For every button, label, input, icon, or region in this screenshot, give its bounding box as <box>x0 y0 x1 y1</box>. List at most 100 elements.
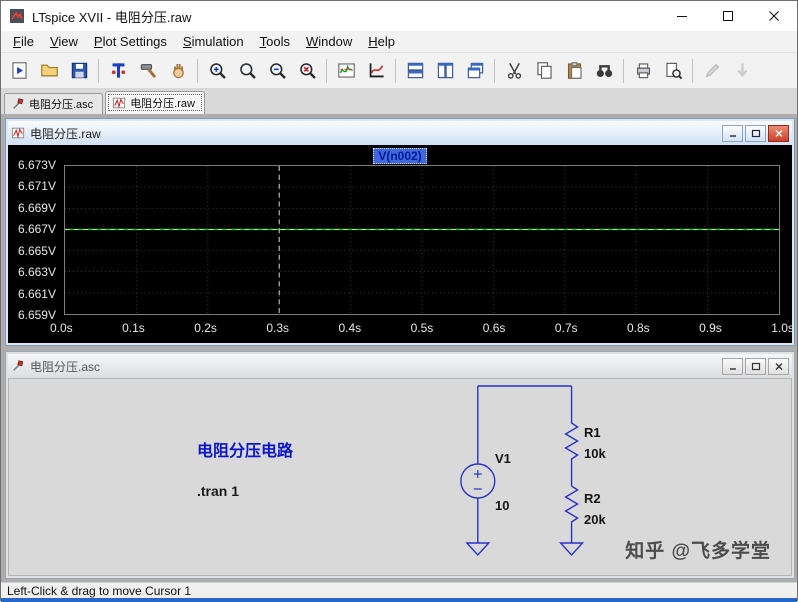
save-icon <box>70 61 89 80</box>
minimize-button[interactable] <box>659 1 705 31</box>
zoom-box-button[interactable] <box>232 57 262 85</box>
open-button[interactable] <box>34 57 64 85</box>
component-button[interactable] <box>103 57 133 85</box>
menu-view[interactable]: View <box>42 31 86 52</box>
paste-button[interactable] <box>559 57 589 85</box>
toolbar <box>1 53 797 89</box>
resistor-r2-symbol[interactable] <box>566 486 578 543</box>
component-ref-v1[interactable]: V1 <box>495 451 511 466</box>
y-tick-label: 6.673V <box>8 157 60 173</box>
plot-grid[interactable] <box>64 165 780 315</box>
run-button[interactable] <box>4 57 34 85</box>
window-title: LTspice XVII - 电阻分压.raw <box>32 7 191 26</box>
schematic-canvas[interactable]: 电阻分压电路 .tran 1 V1 10 R1 10k R2 20k 知乎 @飞… <box>8 378 792 576</box>
menu-plot-settings[interactable]: Plot Settings <box>86 31 175 52</box>
tab-label: 电阻分压.raw <box>130 95 195 111</box>
toolbar-separator <box>395 59 396 83</box>
copy-icon <box>535 61 554 80</box>
tile-horizontal-button[interactable] <box>400 57 430 85</box>
menu-help[interactable]: Help <box>360 31 403 52</box>
plot-axes-icon <box>367 61 386 80</box>
pencil-icon <box>703 61 722 80</box>
save-button[interactable] <box>64 57 94 85</box>
menu-tools[interactable]: Tools <box>252 31 298 52</box>
tab-waveform[interactable]: 电阻分压.raw <box>105 91 205 114</box>
x-tick-label: 0.3s <box>266 321 289 335</box>
schematic-close-button[interactable] <box>768 358 789 375</box>
menu-simulation[interactable]: Simulation <box>175 31 252 52</box>
y-tick-label: 6.661V <box>8 286 60 302</box>
schematic-window-titlebar[interactable]: 电阻分压.asc <box>8 354 792 378</box>
waveform-restore-button[interactable] <box>745 125 766 142</box>
x-tick-label: 0.8s <box>627 321 650 335</box>
y-axis: 6.673V 6.671V 6.669V 6.667V 6.665V 6.663… <box>8 157 60 323</box>
y-tick-label: 6.665V <box>8 243 60 259</box>
plot-canvas <box>65 166 779 314</box>
binoculars-icon <box>595 61 614 80</box>
print-button[interactable] <box>628 57 658 85</box>
ltspice-window: LTspice XVII - 电阻分压.raw File View Plot S… <box>0 0 798 601</box>
schematic-icon <box>11 97 25 111</box>
schematic-comment[interactable]: 电阻分压电路 <box>197 437 293 461</box>
waveform-close-button[interactable] <box>768 125 789 142</box>
waveform-minimize-button[interactable] <box>722 125 743 142</box>
copy-button[interactable] <box>529 57 559 85</box>
pencil-button[interactable] <box>697 57 727 85</box>
ground-symbol[interactable] <box>467 543 489 555</box>
x-tick-label: 0.5s <box>411 321 434 335</box>
zoom-out-button[interactable] <box>262 57 292 85</box>
app-icon <box>9 8 25 24</box>
find-button[interactable] <box>589 57 619 85</box>
scissors-icon <box>505 61 524 80</box>
component-value-v1[interactable]: 10 <box>495 498 509 513</box>
x-tick-label: 0.9s <box>699 321 722 335</box>
schematic-restore-button[interactable] <box>745 358 766 375</box>
control-panel-button[interactable] <box>133 57 163 85</box>
zoom-full-button[interactable] <box>292 57 322 85</box>
schematic-minimize-button[interactable] <box>722 358 743 375</box>
waveform-window-titlebar[interactable]: 电阻分压.raw <box>8 121 792 145</box>
component-value-r2[interactable]: 20k <box>584 512 606 527</box>
y-tick-label: 6.669V <box>8 200 60 216</box>
spice-directive[interactable]: .tran 1 <box>197 483 239 499</box>
titlebar[interactable]: LTspice XVII - 电阻分压.raw <box>1 1 797 31</box>
waveform-window-controls <box>722 125 789 142</box>
trace-label[interactable]: V(n002) <box>373 148 426 164</box>
maximize-button[interactable] <box>705 1 751 31</box>
y-tick-label: 6.663V <box>8 264 60 280</box>
voltage-source-symbol[interactable] <box>461 464 495 498</box>
trace-title: V(n002) <box>8 147 792 165</box>
y-tick-label: 6.667V <box>8 221 60 237</box>
x-axis: 0.0s 0.1s 0.2s 0.3s 0.4s 0.5s 0.6s 0.7s … <box>50 321 792 335</box>
schematic-window-controls <box>722 358 789 375</box>
move-down-button[interactable] <box>727 57 757 85</box>
gridlines <box>65 166 779 314</box>
cascade-button[interactable] <box>460 57 490 85</box>
ground-symbol[interactable] <box>561 543 583 555</box>
plot-settings-button[interactable] <box>361 57 391 85</box>
tile-vertical-button[interactable] <box>430 57 460 85</box>
close-button[interactable] <box>751 1 797 31</box>
resistor-r1-symbol[interactable] <box>566 386 578 486</box>
pan-button[interactable] <box>163 57 193 85</box>
print-preview-button[interactable] <box>658 57 688 85</box>
paste-icon <box>565 61 584 80</box>
autorange-button[interactable] <box>331 57 361 85</box>
zoom-in-button[interactable] <box>202 57 232 85</box>
plot-pane[interactable]: V(n002) 6.673V 6.671V 6.669V 6.667V 6.66… <box>8 145 792 343</box>
menu-window[interactable]: Window <box>298 31 360 52</box>
component-ref-r1[interactable]: R1 <box>584 425 601 440</box>
menubar: File View Plot Settings Simulation Tools… <box>1 31 797 53</box>
x-tick-label: 0.6s <box>483 321 506 335</box>
zoom-full-icon <box>298 61 317 80</box>
menu-file[interactable]: File <box>5 31 42 52</box>
tab-schematic[interactable]: 电阻分压.asc <box>4 93 103 114</box>
hammer-icon <box>139 61 158 80</box>
zoom-in-icon <box>208 61 227 80</box>
component-value-r1[interactable]: 10k <box>584 446 606 461</box>
schematic-window-title: 电阻分压.asc <box>30 358 100 375</box>
component-ref-r2[interactable]: R2 <box>584 491 601 506</box>
toolbar-separator <box>197 59 198 83</box>
x-tick-label: 1.0s <box>771 321 792 335</box>
cut-button[interactable] <box>499 57 529 85</box>
